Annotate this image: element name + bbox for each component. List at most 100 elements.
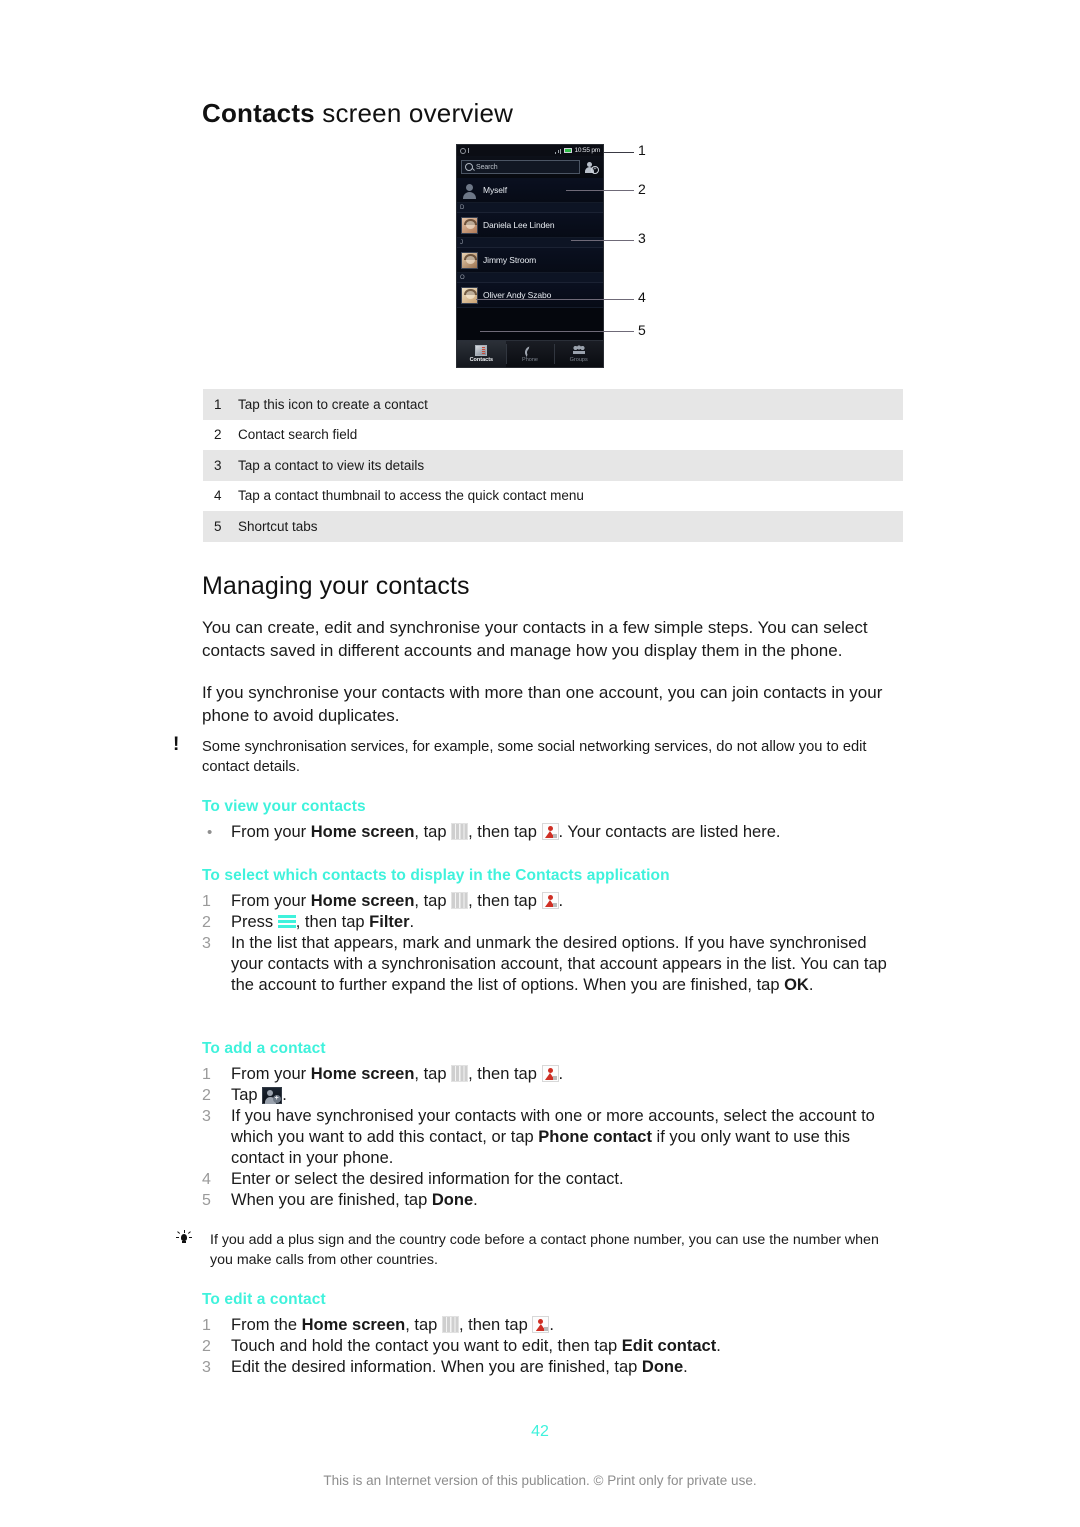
procedure-heading: To view your contacts bbox=[202, 798, 366, 815]
avatar[interactable] bbox=[461, 286, 478, 304]
note-text: Some synchronisation services, for examp… bbox=[202, 739, 867, 775]
procedure-heading: To select which contacts to display in t… bbox=[202, 867, 670, 884]
list-item: 1 From your Home screen, tap , then tap . bbox=[202, 891, 902, 912]
contact-row-daniela[interactable]: Daniela Lee Linden bbox=[457, 213, 603, 238]
battery-icon bbox=[564, 148, 573, 153]
step-list: 1 From your Home screen, tap , then tap .… bbox=[202, 1064, 902, 1211]
groups-icon bbox=[572, 345, 585, 356]
callout-number-5: 5 bbox=[638, 322, 646, 338]
step-text: , then tap bbox=[468, 823, 542, 841]
step-list: 1 From the Home screen, tap , then tap . … bbox=[202, 1315, 902, 1378]
status-time: 10:55 pm bbox=[574, 147, 600, 154]
signal-icon bbox=[555, 147, 563, 154]
leader-line-5 bbox=[480, 331, 634, 332]
step-text: Press bbox=[231, 913, 278, 931]
list-item: 2 Touch and hold the contact you want to … bbox=[202, 1336, 902, 1357]
step-number: 2 bbox=[202, 1338, 211, 1355]
search-icon bbox=[465, 163, 473, 171]
step-text: , then tap bbox=[468, 892, 542, 910]
step-text-bold: Done bbox=[641, 1358, 684, 1376]
contact-search-input[interactable]: Search bbox=[461, 160, 580, 174]
app-drawer-grid-icon bbox=[451, 823, 469, 840]
phone-screenshot-figure: 10:55 pm Search + Myself D Daniela Lee L… bbox=[456, 144, 634, 368]
legend-number: 3 bbox=[214, 457, 222, 473]
plus-badge-icon: + bbox=[591, 165, 599, 174]
step-text-bold: Home screen bbox=[310, 892, 415, 910]
tip-text: If you add a plus sign and the country c… bbox=[210, 1232, 879, 1268]
section-letter-o: O bbox=[457, 273, 603, 283]
procedure-edit-contact: To edit a contact 1 From the Home screen,… bbox=[202, 1291, 902, 1378]
step-text: From your bbox=[231, 892, 311, 910]
legend-text: Tap a contact thumbnail to access the qu… bbox=[238, 488, 584, 504]
list-item: 3 Edit the desired information. When you … bbox=[202, 1357, 902, 1378]
step-text: From the bbox=[231, 1316, 302, 1334]
step-text: . bbox=[558, 1065, 564, 1083]
contact-row-oliver[interactable]: Oliver Andy Szabo bbox=[457, 283, 603, 308]
table-row: 2 Contact search field bbox=[203, 420, 903, 451]
step-text: From your bbox=[231, 1065, 311, 1083]
table-row: 3 Tap a contact to view its details bbox=[203, 450, 903, 481]
leader-line-3 bbox=[571, 240, 634, 241]
step-list: 1 From your Home screen, tap , then tap .… bbox=[202, 891, 902, 996]
step-text: . bbox=[716, 1337, 721, 1355]
app-drawer-grid-icon bbox=[451, 1065, 469, 1082]
phone-frame: 10:55 pm Search + Myself D Daniela Lee L… bbox=[456, 144, 604, 368]
status-left-icons bbox=[460, 147, 469, 154]
table-row: 1 Tap this icon to create a contact bbox=[203, 389, 903, 420]
procedure-heading: To edit a contact bbox=[202, 1291, 326, 1308]
tab-contacts[interactable]: Contacts bbox=[457, 341, 506, 367]
step-text: , then tap bbox=[468, 1065, 542, 1083]
procedure-view-contacts: To view your contacts • From your Home sc… bbox=[202, 798, 902, 843]
contact-list: Myself D Daniela Lee Linden J Jimmy Stro… bbox=[457, 178, 603, 308]
sync-icon bbox=[460, 147, 466, 154]
list-item: • From your Home screen, tap , then tap .… bbox=[202, 822, 902, 843]
avatar[interactable] bbox=[461, 216, 478, 234]
tab-phone[interactable]: Phone bbox=[505, 341, 555, 367]
legend-text: Tap a contact to view its details bbox=[238, 457, 425, 473]
contact-name: Daniela Lee Linden bbox=[483, 220, 555, 230]
step-text: , tap bbox=[405, 1316, 442, 1334]
step-text-bold: Home screen bbox=[310, 823, 415, 841]
section-heading-managing: Managing your contacts bbox=[202, 572, 470, 600]
step-text-bold: OK bbox=[784, 976, 809, 994]
list-item: 2 Tap +. bbox=[202, 1085, 902, 1106]
contacts-icon bbox=[475, 345, 488, 356]
contacts-app-icon bbox=[532, 1316, 550, 1333]
phone-icon bbox=[524, 345, 536, 356]
table-row: 4 Tap a contact thumbnail to access the … bbox=[203, 481, 903, 512]
note-callout: ! Some synchronisation services, for exa… bbox=[173, 735, 899, 777]
legend-text: Tap this icon to create a contact bbox=[238, 396, 428, 412]
footer-text: This is an Internet version of this publ… bbox=[323, 1473, 757, 1488]
contact-row-jimmy[interactable]: Jimmy Stroom bbox=[457, 248, 603, 273]
list-item: 1 From the Home screen, tap , then tap . bbox=[202, 1315, 902, 1336]
page-title: Contacts screen overview bbox=[202, 98, 513, 129]
step-text-bold: Home screen bbox=[310, 1065, 415, 1083]
create-contact-button[interactable]: + bbox=[584, 160, 599, 175]
menu-icon bbox=[277, 914, 296, 929]
avatar[interactable] bbox=[461, 182, 478, 199]
step-number: 1 bbox=[202, 893, 211, 910]
list-item: 5 When you are finished, tap Done. bbox=[202, 1190, 902, 1211]
step-number: 3 bbox=[202, 1108, 211, 1125]
step-text: . bbox=[808, 976, 814, 994]
legend-number: 4 bbox=[214, 488, 222, 504]
step-text: Touch and hold the contact you want to e… bbox=[231, 1337, 622, 1355]
procedure-add-contact: To add a contact 1 From your Home screen,… bbox=[202, 1040, 902, 1211]
procedure-select-contacts: To select which contacts to display in t… bbox=[202, 867, 902, 996]
shortcut-tabs: Contacts Phone Groups bbox=[457, 340, 603, 367]
step-text: When you are finished, tap bbox=[231, 1191, 432, 1209]
search-placeholder: Search bbox=[476, 163, 498, 171]
step-list: • From your Home screen, tap , then tap .… bbox=[202, 822, 902, 843]
list-item: 3 In the list that appears, mark and unma… bbox=[202, 933, 902, 996]
managing-paragraph-2: If you synchronise your contacts with mo… bbox=[202, 683, 883, 725]
tab-groups[interactable]: Groups bbox=[554, 341, 603, 367]
step-number: 2 bbox=[202, 1087, 211, 1104]
lightbulb-icon bbox=[176, 1230, 192, 1246]
avatar[interactable] bbox=[461, 251, 478, 269]
callout-number-1: 1 bbox=[638, 142, 646, 158]
step-number: 3 bbox=[202, 1359, 211, 1376]
step-text: , tap bbox=[414, 1065, 452, 1083]
page-number: 42 bbox=[531, 1423, 549, 1440]
managing-paragraph-1: You can create, edit and synchronise you… bbox=[202, 618, 868, 660]
step-text: . bbox=[549, 1316, 554, 1334]
